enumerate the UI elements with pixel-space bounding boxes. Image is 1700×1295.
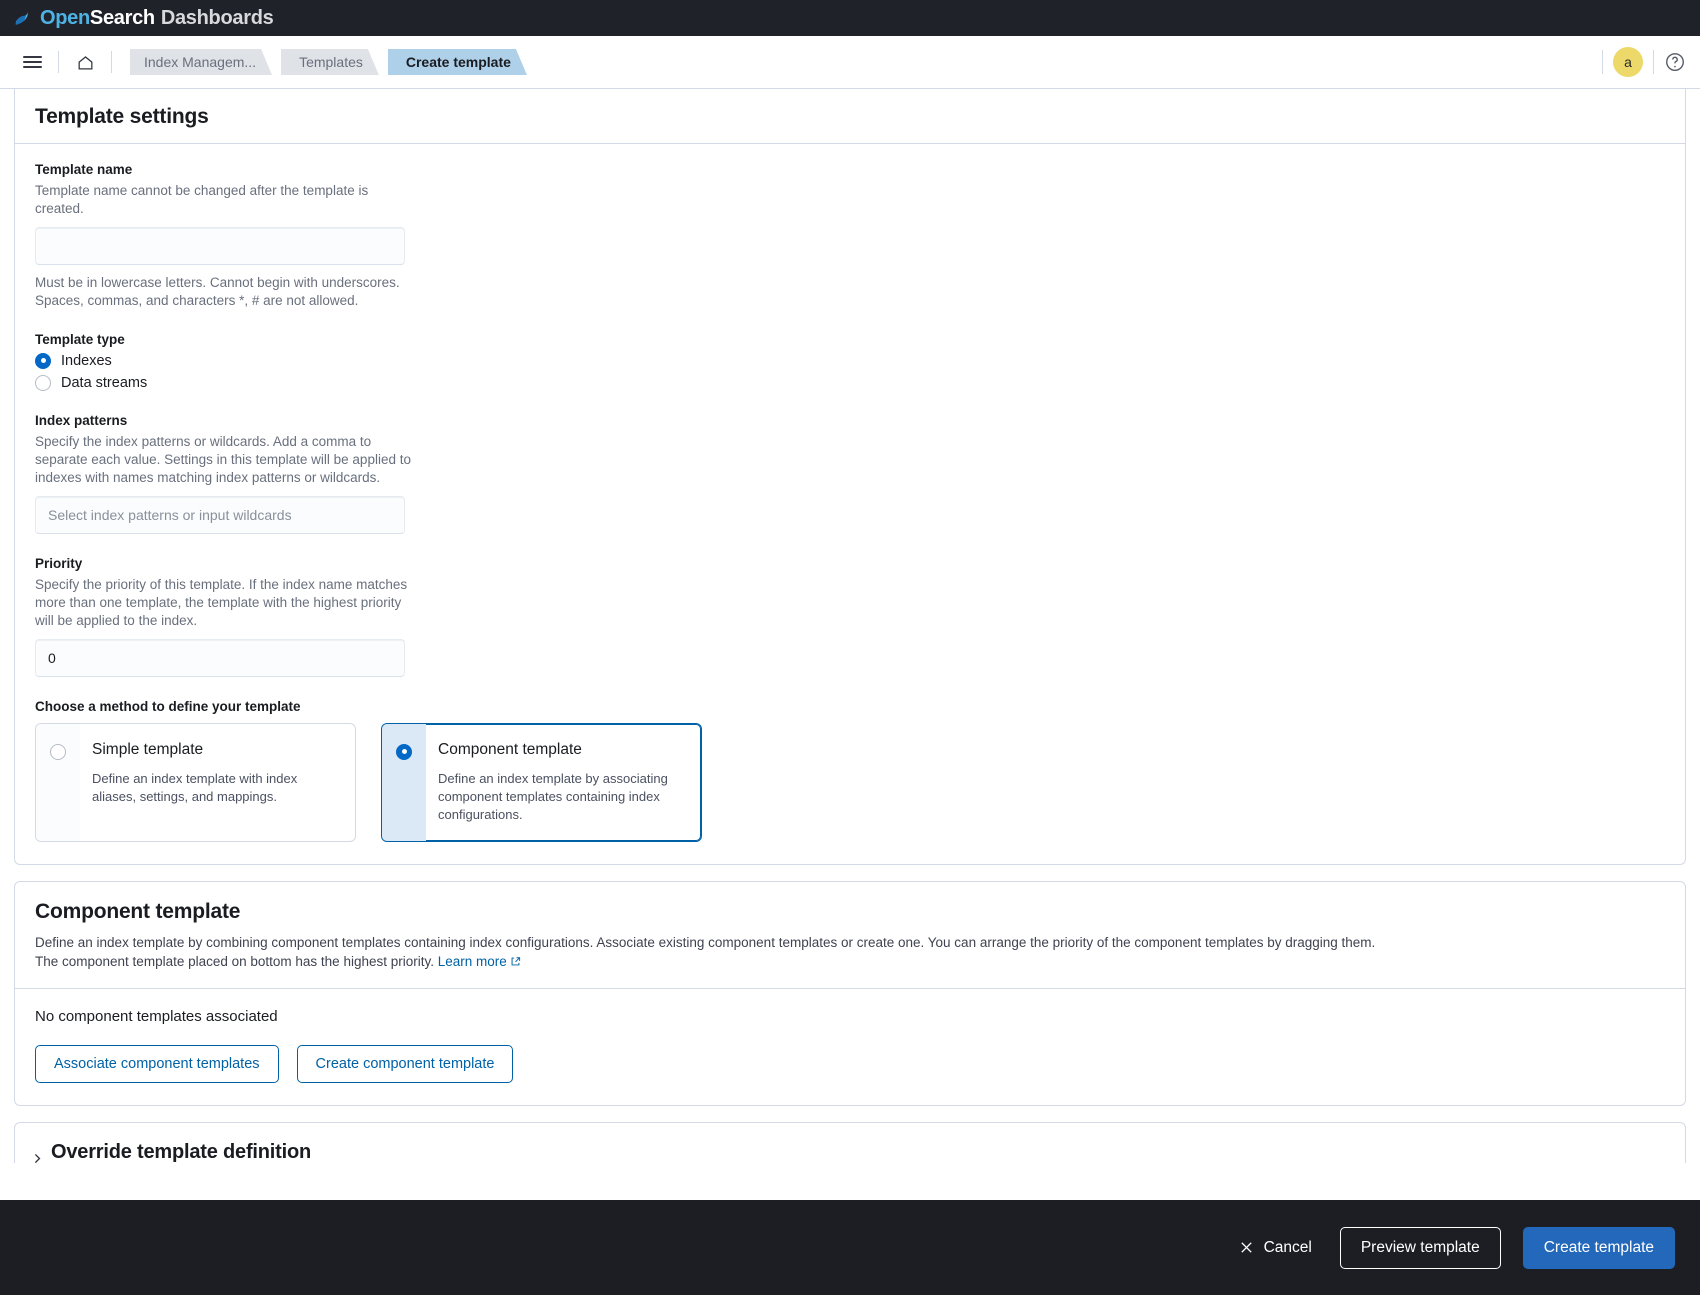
component-template-empty-state: No component templates associated	[35, 1008, 278, 1026]
brand-open: Open	[40, 6, 90, 29]
nav-right-cluster: a	[1592, 47, 1686, 77]
template-name-field-group: Template name Template name cannot be ch…	[35, 162, 1665, 310]
override-accordion[interactable]: Override template definition Provide add…	[15, 1123, 1685, 1163]
template-type-field-group: Template type Indexes Data streams	[35, 332, 1665, 391]
associate-component-templates-button[interactable]: Associate component templates	[35, 1045, 279, 1084]
method-card-radio-col	[36, 723, 80, 841]
page-title: Template settings	[35, 105, 209, 128]
template-settings-header: Template settings	[15, 89, 1685, 144]
radio-data-streams-label: Data streams	[61, 374, 148, 391]
component-template-title: Component template	[35, 899, 241, 923]
nav-divider-1	[58, 51, 59, 73]
method-card-radio-col	[382, 723, 426, 841]
method-card-simple-template[interactable]: Simple template Define an index template…	[35, 722, 356, 842]
component-template-description: Define an index template by combining co…	[35, 933, 1395, 972]
nav-divider-3	[1602, 50, 1603, 74]
create-component-template-button[interactable]: Create component template	[296, 1045, 514, 1084]
question-circle-icon[interactable]	[1664, 51, 1686, 73]
method-card-description: Define an index template by associating …	[438, 770, 668, 823]
breadcrumb-label: Create template	[405, 54, 511, 70]
cancel-label: Cancel	[1263, 1238, 1312, 1256]
method-label: Choose a method to define your template	[35, 698, 301, 714]
method-field-group: Choose a method to define your template …	[35, 699, 1665, 842]
breadcrumb-item-index-management[interactable]: Index Managem...	[130, 49, 272, 75]
breadcrumb-item-create-template[interactable]: Create template	[388, 49, 527, 75]
radio-indexes-label: Indexes	[61, 352, 112, 369]
home-icon[interactable]	[67, 44, 103, 80]
template-name-hint: Must be in lowercase letters. Cannot beg…	[35, 274, 400, 308]
method-card-list: Simple template Define an index template…	[35, 722, 1665, 842]
close-icon	[1240, 1242, 1252, 1253]
breadcrumb-label: Templates	[299, 54, 363, 70]
method-card-body: Component template Define an index templ…	[426, 724, 701, 841]
method-card-title: Component template	[438, 740, 582, 758]
radio-simple-template-icon[interactable]	[50, 743, 66, 760]
index-patterns-field-group: Index patterns Specify the index pattern…	[35, 413, 1665, 534]
radio-option-indexes[interactable]: Indexes	[35, 352, 1665, 369]
learn-more-link[interactable]: Learn more	[438, 954, 521, 969]
brand-title: Open Search Dashboards	[40, 6, 274, 30]
breadcrumb-item-templates[interactable]: Templates	[281, 49, 379, 75]
component-template-description-text: Define an index template by combining co…	[35, 934, 1376, 970]
template-settings-body: Template name Template name cannot be ch…	[15, 144, 1685, 864]
override-title: Override template definition	[51, 1141, 312, 1163]
method-card-description: Define an index template with index alia…	[92, 770, 298, 804]
preview-template-button[interactable]: Preview template	[1339, 1226, 1501, 1269]
template-name-label: Template name	[35, 162, 133, 177]
priority-label: Priority	[35, 555, 83, 571]
method-card-component-template[interactable]: Component template Define an index templ…	[381, 722, 702, 842]
opensearch-logo-icon	[15, 11, 28, 25]
avatar[interactable]: a	[1613, 47, 1643, 77]
template-settings-panel: Template settings Template name Template…	[14, 89, 1686, 865]
method-card-body: Simple template Define an index template…	[80, 724, 355, 841]
app-root: Open Search Dashboards Index Managem... Te…	[0, 0, 1700, 1295]
opensearch-logo[interactable]: Open Search Dashboards	[10, 6, 274, 30]
radio-option-data-streams[interactable]: Data streams	[35, 374, 1665, 391]
create-template-button[interactable]: Create template	[1522, 1226, 1675, 1269]
top-nav-bar: Index Managem... Templates Create templa…	[0, 36, 1700, 89]
priority-field-group: Priority Specify the priority of this te…	[35, 556, 1665, 677]
template-type-label: Template type	[35, 331, 125, 347]
nav-divider-4	[1653, 50, 1654, 74]
component-template-header: Component template Define an index templ…	[15, 882, 1685, 988]
breadcrumb: Index Managem... Templates Create templa…	[130, 49, 536, 75]
template-name-description: Template name cannot be changed after th…	[35, 183, 369, 216]
nav-divider-2	[111, 51, 112, 73]
chevron-right-icon[interactable]	[29, 1152, 45, 1163]
main-content: Template settings Template name Template…	[0, 89, 1700, 1163]
cancel-button[interactable]: Cancel	[1233, 1238, 1318, 1258]
radio-indexes-icon[interactable]	[35, 352, 51, 369]
bottom-action-bar: Cancel Preview template Create template	[0, 1200, 1700, 1295]
override-accordion-text: Override template definition Provide add…	[51, 1141, 1211, 1163]
brand-bar: Open Search Dashboards	[0, 0, 1700, 36]
hamburger-menu-icon[interactable]	[14, 44, 50, 80]
template-name-input[interactable]	[35, 226, 405, 265]
priority-input[interactable]: 0	[35, 638, 405, 677]
component-template-actions: Associate component templates Create com…	[15, 1025, 1685, 1105]
index-patterns-input[interactable]: Select index patterns or input wildcards	[35, 495, 405, 534]
priority-description: Specify the priority of this template. I…	[35, 576, 408, 628]
brand-search: Search	[89, 6, 155, 29]
brand-dashboards: Dashboards	[160, 6, 274, 29]
radio-component-template-icon[interactable]	[396, 743, 412, 760]
learn-more-label: Learn more	[437, 954, 507, 970]
component-template-panel: Component template Define an index templ…	[14, 880, 1686, 1107]
index-patterns-label: Index patterns	[35, 412, 128, 428]
radio-data-streams-icon[interactable]	[35, 374, 51, 391]
override-template-definition-panel[interactable]: Override template definition Provide add…	[14, 1122, 1686, 1163]
method-card-title: Simple template	[92, 740, 204, 758]
external-link-icon	[511, 957, 520, 966]
breadcrumb-label: Index Managem...	[144, 54, 257, 70]
index-patterns-description: Specify the index patterns or wildcards.…	[35, 433, 411, 485]
